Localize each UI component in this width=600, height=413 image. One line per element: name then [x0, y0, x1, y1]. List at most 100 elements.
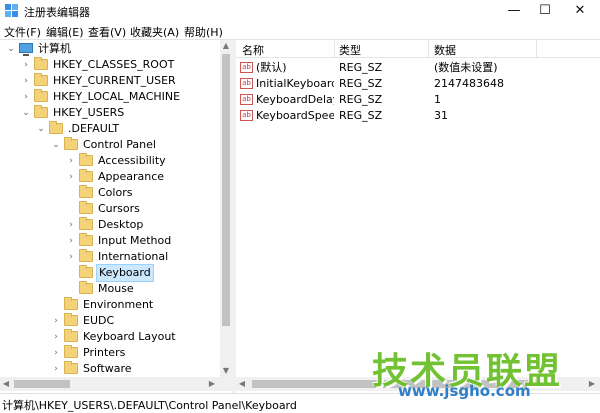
- expand-chevron-icon[interactable]: ›: [66, 169, 76, 185]
- value-row[interactable]: ab KeyboardDelay REG_SZ 1: [236, 92, 600, 108]
- scroll-thumb[interactable]: [14, 380, 70, 388]
- tree-node-label[interactable]: Control Panel: [81, 137, 158, 153]
- tree-node-label[interactable]: Environment: [81, 297, 155, 313]
- tree-node[interactable]: Environment: [0, 297, 220, 313]
- tree-node-label[interactable]: HKEY_LOCAL_MACHINE: [51, 89, 182, 105]
- expand-chevron-icon[interactable]: ›: [21, 57, 31, 73]
- tree-node-label[interactable]: HKEY_CLASSES_ROOT: [51, 57, 176, 73]
- tree-node-label[interactable]: Accessibility: [96, 153, 168, 169]
- tree-node[interactable]: Colors: [0, 185, 220, 201]
- tree-node[interactable]: Keyboard: [0, 264, 220, 282]
- column-header-name[interactable]: 名称: [242, 42, 264, 58]
- tree-node-label[interactable]: 计算机: [36, 41, 73, 57]
- tree-node[interactable]: ⌄ HKEY_USERS: [0, 105, 220, 121]
- expand-chevron-icon[interactable]: ›: [51, 329, 61, 345]
- menu-favorites[interactable]: 收藏夹(A): [130, 24, 179, 40]
- tree-node-label[interactable]: Cursors: [96, 201, 142, 217]
- expand-chevron-icon[interactable]: ›: [21, 73, 31, 89]
- tree-node[interactable]: ⌄ 计算机: [0, 41, 220, 57]
- value-row[interactable]: ab KeyboardSpeed REG_SZ 31: [236, 108, 600, 124]
- scroll-up-icon[interactable]: ▲: [220, 40, 232, 52]
- tree-node[interactable]: › HKEY_CLASSES_ROOT: [0, 57, 220, 73]
- menu-file[interactable]: 文件(F): [4, 24, 41, 40]
- folder-icon: [64, 329, 78, 342]
- tree-node[interactable]: › Desktop: [0, 217, 220, 233]
- scroll-left-icon[interactable]: ◀: [236, 377, 248, 391]
- tree-node-label[interactable]: International: [96, 249, 170, 265]
- collapse-chevron-icon[interactable]: ⌄: [51, 137, 61, 153]
- value-row[interactable]: ab (默认) REG_SZ (数值未设置): [236, 60, 600, 76]
- tree-node-label[interactable]: Software: [81, 361, 134, 377]
- tree-node[interactable]: › Input Method: [0, 233, 220, 249]
- menu-help[interactable]: 帮助(H): [184, 24, 223, 40]
- tree-node-label[interactable]: EUDC: [81, 313, 116, 329]
- folder-icon: [79, 249, 93, 262]
- tree-node-label[interactable]: Mouse: [96, 281, 136, 297]
- close-button[interactable]: ✕: [563, 0, 597, 22]
- scroll-left-icon[interactable]: ◀: [0, 377, 12, 391]
- tree-node-label[interactable]: Appearance: [96, 169, 166, 185]
- tree-node[interactable]: › International: [0, 249, 220, 265]
- folder-icon: [79, 281, 93, 294]
- value-name: KeyboardDelay: [256, 93, 334, 106]
- string-value-icon: ab: [240, 110, 253, 121]
- tree-node[interactable]: Mouse: [0, 281, 220, 297]
- value-data: (数值未设置): [434, 61, 498, 74]
- scroll-thumb[interactable]: [222, 54, 230, 326]
- tree-node-label[interactable]: Colors: [96, 185, 134, 201]
- tree-node[interactable]: › Accessibility: [0, 153, 220, 169]
- tree-node-label[interactable]: Printers: [81, 345, 127, 361]
- tree-node-label[interactable]: HKEY_USERS: [51, 105, 126, 121]
- scroll-right-icon[interactable]: ▶: [586, 377, 598, 391]
- registry-tree[interactable]: ⌄ 计算机 › HKEY_CLASSES_ROOT › HKEY_CURRENT_USER…: [0, 40, 232, 393]
- tree-node-label[interactable]: Desktop: [96, 217, 145, 233]
- tree-vertical-scrollbar[interactable]: ▲ ▼: [220, 40, 232, 377]
- tree-node[interactable]: Cursors: [0, 201, 220, 217]
- tree-node-label[interactable]: Keyboard: [96, 264, 154, 282]
- tree-node[interactable]: › Printers: [0, 345, 220, 361]
- menu-view[interactable]: 查看(V): [88, 24, 126, 40]
- scroll-right-icon[interactable]: ▶: [206, 377, 218, 391]
- expand-chevron-icon[interactable]: ›: [66, 233, 76, 249]
- column-separator[interactable]: [536, 40, 537, 57]
- tree-node[interactable]: ⌄ Control Panel: [0, 137, 220, 153]
- maximize-button[interactable]: ☐: [528, 0, 562, 22]
- menu-edit[interactable]: 编辑(E): [46, 24, 84, 40]
- column-header-data[interactable]: 数据: [434, 42, 456, 58]
- expand-chevron-icon[interactable]: ›: [51, 361, 61, 377]
- expand-chevron-icon[interactable]: ›: [21, 89, 31, 105]
- tree-node-label[interactable]: Keyboard Layout: [81, 329, 178, 345]
- tree-node-label[interactable]: HKEY_CURRENT_USER: [51, 73, 178, 89]
- tree-node[interactable]: › Keyboard Layout: [0, 329, 220, 345]
- collapse-chevron-icon[interactable]: ⌄: [36, 121, 46, 137]
- tree-node[interactable]: › EUDC: [0, 313, 220, 329]
- folder-icon: [34, 57, 48, 70]
- column-header-type[interactable]: 类型: [339, 42, 361, 58]
- tree-horizontal-scrollbar[interactable]: ◀ ▶: [0, 377, 232, 391]
- scroll-down-icon[interactable]: ▼: [220, 365, 232, 377]
- expand-chevron-icon[interactable]: ›: [66, 153, 76, 169]
- folder-icon: [79, 169, 93, 182]
- folder-icon: [64, 297, 78, 310]
- tree-node-label[interactable]: .DEFAULT: [66, 121, 121, 137]
- tree-node[interactable]: › Appearance: [0, 169, 220, 185]
- column-separator[interactable]: [334, 40, 335, 57]
- folder-icon: [64, 361, 78, 374]
- value-row[interactable]: abInitialKeyboardIndicators REG_SZ 2147483…: [236, 76, 600, 92]
- tree-node-label[interactable]: Input Method: [96, 233, 173, 249]
- expand-chevron-icon[interactable]: ›: [66, 217, 76, 233]
- tree-node[interactable]: ⌄ .DEFAULT: [0, 121, 220, 137]
- expand-chevron-icon[interactable]: ›: [51, 345, 61, 361]
- tree-node[interactable]: › Software: [0, 361, 220, 377]
- registry-editor-icon: [5, 4, 18, 17]
- collapse-chevron-icon[interactable]: ⌄: [6, 41, 16, 57]
- minimize-button[interactable]: —: [497, 0, 531, 22]
- tree-node[interactable]: › HKEY_LOCAL_MACHINE: [0, 89, 220, 105]
- tree-node[interactable]: › HKEY_CURRENT_USER: [0, 73, 220, 89]
- collapse-chevron-icon[interactable]: ⌄: [21, 105, 31, 121]
- column-separator[interactable]: [428, 40, 429, 57]
- computer-icon: [19, 43, 33, 56]
- expand-chevron-icon[interactable]: ›: [66, 249, 76, 265]
- string-value-icon: ab: [240, 62, 253, 73]
- expand-chevron-icon[interactable]: ›: [51, 313, 61, 329]
